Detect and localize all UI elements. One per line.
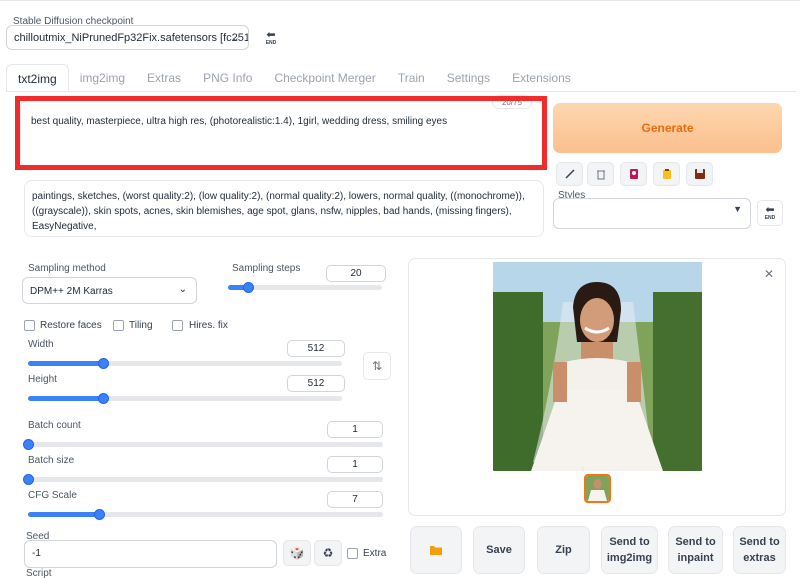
sampling-steps-input[interactable]: 20 <box>326 265 386 282</box>
save-button[interactable]: Save <box>473 526 525 574</box>
tiling-label: Tiling <box>129 320 153 331</box>
clear-prompt-button[interactable] <box>587 162 614 186</box>
extra-seed-checkbox[interactable] <box>347 548 358 559</box>
bookmark-icon <box>629 169 638 179</box>
save-style-button[interactable] <box>686 162 713 186</box>
zip-button[interactable]: Zip <box>537 526 590 574</box>
generate-button[interactable]: Generate <box>553 103 782 153</box>
batch-count-label: Batch count <box>28 420 81 431</box>
sampling-method-label: Sampling method <box>28 263 106 274</box>
gallery-thumbnail[interactable] <box>584 474 611 503</box>
thumbnail-image <box>586 476 609 501</box>
width-label: Width <box>28 339 54 350</box>
send-to-inpaint-line2: inpaint <box>677 552 714 564</box>
clipboard-icon <box>662 169 671 179</box>
sampling-steps-label: Sampling steps <box>232 263 301 274</box>
chevron-down-icon: ⌄ <box>178 284 187 295</box>
batch-count-slider[interactable] <box>23 439 383 450</box>
trash-icon <box>596 170 605 180</box>
dice-icon: 🎲 <box>289 546 305 560</box>
slider-knob[interactable] <box>243 282 255 293</box>
bride-photo <box>493 262 702 471</box>
cfg-scale-input[interactable]: 7 <box>327 491 383 508</box>
batch-size-input[interactable]: 1 <box>327 456 383 473</box>
send-to-img2img-button[interactable]: Send to img2img <box>601 526 658 574</box>
send-to-inpaint-line1: Send to <box>675 536 716 548</box>
script-label: Script <box>26 568 52 578</box>
height-label: Height <box>28 374 57 385</box>
prompt-highlight-box <box>15 96 547 170</box>
cfg-scale-slider[interactable] <box>28 509 383 520</box>
tab-extensions[interactable]: Extensions <box>501 64 582 92</box>
swap-dimensions-button[interactable]: ⇅ <box>363 352 391 380</box>
tab-png-info[interactable]: PNG Info <box>192 64 263 92</box>
checkpoint-value: chilloutmix_NiPrunedFp32Fix.safetensors … <box>14 32 249 44</box>
read-params-button[interactable] <box>556 162 583 186</box>
restore-faces-label: Restore faces <box>40 320 102 331</box>
caret-down-icon: ▼ <box>733 204 742 214</box>
tiling-checkbox[interactable] <box>113 320 124 331</box>
close-icon[interactable]: ✕ <box>764 267 774 281</box>
random-seed-button[interactable]: 🎲 <box>283 540 311 566</box>
diagonal-arrow-icon <box>564 169 575 179</box>
folder-icon <box>430 546 442 555</box>
width-slider[interactable] <box>28 358 342 369</box>
seed-value: -1 <box>32 548 41 559</box>
height-input[interactable]: 512 <box>287 375 345 392</box>
restore-faces-checkbox[interactable] <box>24 320 35 331</box>
sampling-method-select[interactable]: DPM++ 2M Karras ⌄ <box>22 277 197 304</box>
tab-img2img[interactable]: img2img <box>69 64 136 92</box>
hires-fix-label: Hires. fix <box>189 320 228 331</box>
tab-settings[interactable]: Settings <box>436 64 501 92</box>
checkpoint-select[interactable]: chilloutmix_NiPrunedFp32Fix.safetensors … <box>6 25 249 50</box>
slider-knob[interactable] <box>23 474 34 485</box>
batch-size-slider[interactable] <box>23 474 383 485</box>
generated-image[interactable] <box>493 262 702 471</box>
slider-knob[interactable] <box>23 439 34 450</box>
batch-count-input[interactable]: 1 <box>327 421 383 438</box>
chevron-down-icon: ⌄ <box>230 32 240 44</box>
hires-fix-checkbox[interactable] <box>172 320 183 331</box>
end-icon-text: END <box>265 39 277 46</box>
tab-checkpoint-merger[interactable]: Checkpoint Merger <box>263 64 386 92</box>
batch-size-label: Batch size <box>28 455 75 466</box>
sampling-method-value: DPM++ 2M Karras <box>30 286 113 297</box>
tab-divider <box>6 91 796 92</box>
width-input[interactable]: 512 <box>287 340 345 357</box>
negative-prompt-textarea[interactable]: paintings, sketches, (worst quality:2), … <box>24 180 544 237</box>
send-to-inpaint-button[interactable]: Send to inpaint <box>668 526 723 574</box>
top-border <box>0 0 800 7</box>
floppy-disk-icon <box>694 169 705 179</box>
tab-extras[interactable]: Extras <box>136 64 192 92</box>
extra-seed-label: Extra <box>363 548 387 559</box>
negative-prompt-text: paintings, sketches, (worst quality:2), … <box>32 191 525 232</box>
arrow-left-icon: ⬅ <box>266 28 276 41</box>
swap-arrows-icon: ⇅ <box>371 359 383 373</box>
send-to-img2img-line2: img2img <box>606 552 653 564</box>
send-to-img2img-line1: Send to <box>609 536 650 548</box>
styles-select[interactable]: ▼ <box>553 198 751 229</box>
reuse-seed-button[interactable]: ♻ <box>314 540 342 566</box>
seed-input[interactable]: -1 <box>24 540 277 568</box>
height-slider[interactable] <box>28 393 342 404</box>
cfg-scale-label: CFG Scale <box>28 490 77 501</box>
slider-knob[interactable] <box>94 509 105 520</box>
open-folder-button[interactable] <box>410 526 462 574</box>
send-to-extras-line1: Send to <box>739 536 780 548</box>
apply-style-button[interactable] <box>653 162 680 186</box>
send-to-extras-line2: extras <box>743 552 776 564</box>
main-tabs: txt2img img2img Extras PNG Info Checkpoi… <box>6 64 582 92</box>
arrow-left-icon: ⬅ <box>765 203 775 216</box>
end-icon-text: END <box>764 214 776 221</box>
tab-txt2img[interactable]: txt2img <box>6 64 69 92</box>
show-extra-networks-button[interactable] <box>620 162 647 186</box>
refresh-styles-button[interactable]: ⬅ END <box>757 200 783 226</box>
refresh-checkpoint-button[interactable]: ⬅ END <box>260 27 282 49</box>
send-to-extras-button[interactable]: Send to extras <box>733 526 786 574</box>
tab-train[interactable]: Train <box>387 64 436 92</box>
recycle-icon: ♻ <box>322 546 334 560</box>
sampling-steps-slider[interactable] <box>228 282 382 293</box>
